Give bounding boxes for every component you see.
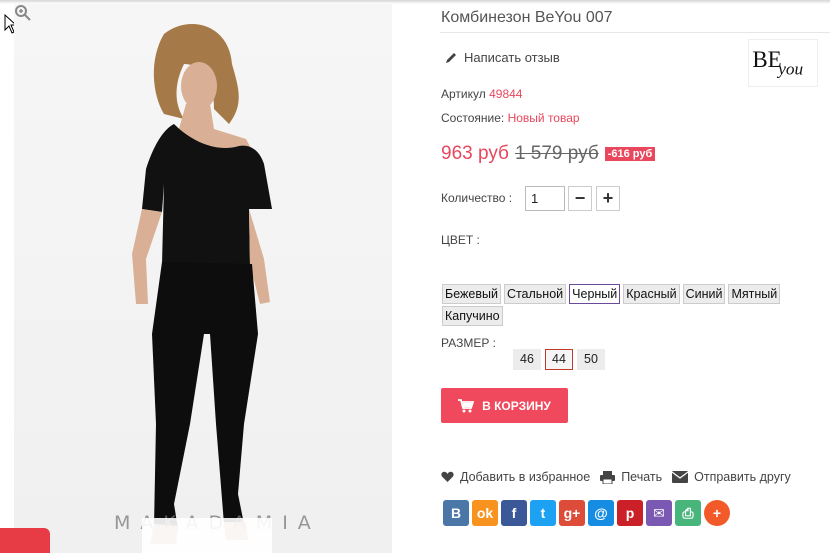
twitter-icon[interactable]: t bbox=[530, 500, 556, 526]
add-to-cart-label: В КОРЗИНУ bbox=[482, 398, 551, 413]
zoom-icon[interactable] bbox=[14, 4, 32, 22]
pinterest-icon[interactable]: p bbox=[617, 500, 643, 526]
quantity-label: Количество : bbox=[441, 191, 513, 205]
more-icon[interactable]: + bbox=[704, 500, 730, 526]
send-label: Отправить другу bbox=[694, 470, 791, 484]
add-to-cart-button[interactable]: В КОРЗИНУ bbox=[441, 388, 568, 423]
sku-label: Артикул bbox=[441, 87, 486, 101]
cart-icon bbox=[458, 398, 475, 412]
size-option[interactable]: 46 bbox=[513, 349, 541, 370]
vk-icon[interactable]: В bbox=[443, 500, 469, 526]
send-to-friend-link[interactable]: Отправить другу bbox=[672, 470, 791, 484]
title-divider bbox=[440, 32, 830, 33]
zoom-button[interactable] bbox=[142, 518, 272, 553]
color-option[interactable]: Стальной bbox=[503, 284, 567, 304]
add-to-wishlist-link[interactable]: Добавить в избранное bbox=[441, 470, 590, 484]
color-option[interactable]: Синий bbox=[682, 284, 726, 304]
google-plus-icon[interactable]: g+ bbox=[559, 500, 585, 526]
product-actions: Добавить в избранное Печать Отправить др… bbox=[441, 470, 791, 484]
facebook-icon[interactable]: f bbox=[501, 500, 527, 526]
pencil-icon bbox=[446, 53, 456, 63]
current-price: 963 руб bbox=[441, 143, 509, 164]
condition-label: Состояние: bbox=[441, 111, 505, 125]
sku-row: Артикул 49844 bbox=[441, 87, 522, 101]
color-label: ЦВЕТ : bbox=[441, 233, 480, 247]
printer-icon bbox=[600, 470, 616, 484]
color-option[interactable]: Красный bbox=[623, 284, 680, 304]
envelope-icon bbox=[672, 471, 689, 483]
write-review-link[interactable]: Написать отзыв bbox=[445, 50, 560, 65]
discount-badge: -616 руб bbox=[604, 147, 656, 161]
odnoklassniki-icon[interactable]: ok bbox=[472, 500, 498, 526]
size-option-selected[interactable]: 44 bbox=[545, 349, 573, 370]
product-title: Комбинезон BeYou 007 bbox=[441, 9, 613, 26]
size-label: РАЗМЕР : bbox=[441, 336, 496, 350]
old-price: 1 579 руб bbox=[514, 143, 599, 164]
condition-row: Состояние: Новый товар bbox=[441, 111, 580, 125]
corner-badge[interactable] bbox=[0, 528, 50, 553]
sku-value: 49844 bbox=[489, 87, 523, 101]
write-review-label: Написать отзыв bbox=[464, 50, 560, 65]
email-icon[interactable]: ✉ bbox=[646, 500, 672, 526]
color-option-selected[interactable]: Черный bbox=[569, 284, 621, 304]
svg-text:you: you bbox=[776, 60, 803, 79]
print-label: Печать bbox=[621, 470, 663, 484]
quantity-input[interactable] bbox=[525, 186, 565, 211]
print-link[interactable]: Печать bbox=[600, 470, 662, 484]
social-share-bar: Вok f t g+ @ p ✉ ⎙ + bbox=[443, 500, 730, 526]
color-options: Бежевый Стальной Черный Красный Синий Мя… bbox=[442, 284, 782, 326]
price-row: 963 руб 1 579 руб -616 руб bbox=[441, 143, 656, 165]
size-option[interactable]: 50 bbox=[577, 349, 605, 370]
size-options: 46 44 50 bbox=[513, 349, 605, 370]
product-image[interactable]: MAKADAMIA bbox=[14, 4, 392, 553]
color-option[interactable]: Мятный bbox=[728, 284, 781, 304]
wishlist-label: Добавить в избранное bbox=[460, 470, 591, 484]
color-option[interactable]: Бежевый bbox=[442, 284, 501, 304]
heart-icon bbox=[441, 471, 454, 482]
mailru-icon[interactable]: @ bbox=[588, 500, 614, 526]
print-icon[interactable]: ⎙ bbox=[675, 500, 701, 526]
color-option[interactable]: Капучино bbox=[442, 306, 503, 326]
quantity-increase-button[interactable]: + bbox=[596, 186, 620, 211]
minus-icon: − bbox=[574, 188, 586, 208]
condition-value: Новый товар bbox=[507, 111, 580, 125]
plus-icon: + bbox=[602, 188, 614, 208]
brand-logo[interactable]: BE you bbox=[748, 39, 818, 87]
quantity-decrease-button[interactable]: − bbox=[568, 186, 592, 211]
